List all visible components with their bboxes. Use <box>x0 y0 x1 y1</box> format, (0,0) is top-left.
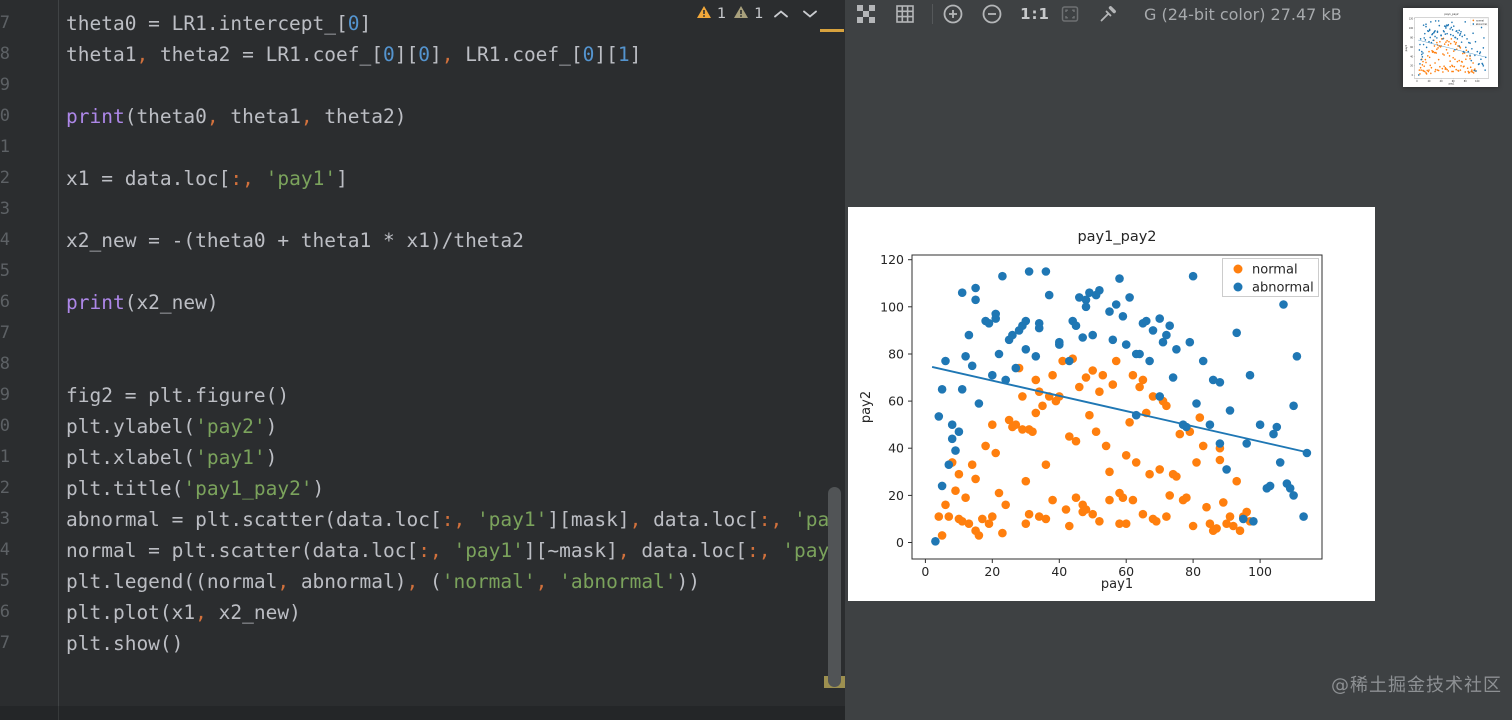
svg-text:120: 120 <box>1409 17 1414 20</box>
chessboard-icon <box>857 5 875 23</box>
svg-text:80: 80 <box>888 347 904 362</box>
code-line: x2_new = -(theta0 + theta1 * x1)/theta2 <box>66 229 524 252</box>
zoom-in-button[interactable] <box>942 3 964 25</box>
svg-text:80: 80 <box>1464 80 1467 83</box>
code-line: abnormal = plt.scatter(data.loc[:, 'pay1… <box>66 508 841 531</box>
fit-to-window-icon <box>1061 6 1079 22</box>
chevron-down-icon <box>803 10 818 18</box>
line-number-gutter: 789101112131415161718192021222324252627 <box>0 13 10 653</box>
svg-text:pay1: pay1 <box>1449 81 1455 85</box>
svg-text:pay1_pay2: pay1_pay2 <box>1077 229 1156 245</box>
code-line: plt.plot(x1, x2_new) <box>66 601 301 624</box>
grid-icon <box>896 5 914 23</box>
code-line: plt.title('pay1_pay2') <box>66 477 325 500</box>
svg-text:100: 100 <box>1409 27 1414 30</box>
svg-text:0: 0 <box>921 564 929 579</box>
chevron-up-icon <box>774 10 789 18</box>
code-line: x1 = data.loc[:, 'pay1'] <box>66 167 348 190</box>
svg-text:20: 20 <box>1428 80 1431 83</box>
svg-text:60: 60 <box>888 394 904 409</box>
zoom-out-button[interactable] <box>981 3 1003 25</box>
svg-text:normal: normal <box>1252 263 1298 278</box>
zoom-out-icon <box>982 4 1002 24</box>
scatter-plot-svg: 0 20 40 60 80 100020406080100120pay1_pay2pay1… <box>1404 12 1489 85</box>
code-line: plt.ylabel('pay2') <box>66 415 278 438</box>
editor-scrollbar[interactable] <box>828 487 841 687</box>
svg-text:40: 40 <box>888 441 904 456</box>
svg-text:40: 40 <box>1051 564 1067 579</box>
svg-text:20: 20 <box>984 564 1000 579</box>
svg-text:0: 0 <box>896 535 904 550</box>
svg-text:normal: normal <box>1476 18 1484 22</box>
code-editor[interactable]: 789101112131415161718192021222324252627 … <box>0 0 845 720</box>
svg-text:pay2: pay2 <box>1404 44 1408 51</box>
scatter-plot-svg: 0 20 40 60 80 100020406080100120pay1_pay2pay1… <box>859 229 1323 592</box>
svg-text:80: 80 <box>1185 564 1201 579</box>
code-line: normal = plt.scatter(data.loc[:, 'pay1']… <box>66 539 841 562</box>
next-issue-button[interactable] <box>799 3 821 25</box>
actual-size-button[interactable]: 1:1 <box>1017 0 1053 28</box>
warning-icon[interactable] <box>696 5 712 23</box>
weak-warning-count: 1 <box>754 6 764 22</box>
thumbnail-preview: 0 20 40 60 80 100 0 20 40 60 80 100 120 pay1_pay2 pay1… <box>1403 8 1498 87</box>
inspections-widget[interactable]: 1 1 <box>696 0 821 28</box>
editor-bottom-shade <box>0 706 845 720</box>
svg-text:0: 0 <box>1412 74 1414 77</box>
image-viewer-panel: 1:1 G (24-bit color) 27.47 kB 0 20 40 60 80 1… <box>845 0 1512 720</box>
code-line: plt.legend((normal, abnormal), ('normal'… <box>66 570 701 593</box>
code-line: print(theta0, theta1, theta2) <box>66 105 407 128</box>
code-line: plt.show() <box>66 632 184 655</box>
code-line: theta1, theta2 = LR1.coef_[0][0], LR1.co… <box>66 43 642 66</box>
svg-text:60: 60 <box>1410 46 1413 49</box>
svg-text:120: 120 <box>880 252 904 267</box>
svg-text:abnormal: abnormal <box>1252 281 1314 296</box>
code-content[interactable]: theta0 = LR1.intercept_[0] theta1, theta2… <box>66 8 845 708</box>
svg-text:80: 80 <box>1410 36 1413 39</box>
svg-text:pay1_pay2: pay1_pay2 <box>1444 12 1458 16</box>
svg-text:100: 100 <box>1475 80 1480 83</box>
plot-image: 0 20 40 60 80 100 0 20 40 60 80 100 120 pay1_pay2 pay1… <box>848 207 1375 601</box>
svg-text:pay1: pay1 <box>1101 577 1133 592</box>
selected-navigation-underline <box>820 29 844 32</box>
code-line: fig2 = plt.figure() <box>66 384 290 407</box>
fit-to-window-button[interactable] <box>1059 3 1081 25</box>
zoom-in-icon <box>943 4 963 24</box>
weak-warning-icon[interactable] <box>733 5 749 23</box>
svg-text:abnormal: abnormal <box>1476 22 1487 26</box>
svg-text:100: 100 <box>1248 564 1272 579</box>
chessboard-toggle-button[interactable] <box>855 3 877 25</box>
svg-text:20: 20 <box>1410 65 1413 68</box>
svg-text:40: 40 <box>1440 80 1443 83</box>
image-info-label: G (24-bit color) 27.47 kB <box>1144 5 1342 24</box>
thumbnail-plot: 0 20 40 60 80 100 0 20 40 60 80 100 120 pay1_pay2 pay1… <box>1403 8 1498 87</box>
gutter-divider <box>58 0 59 720</box>
eyedropper-icon <box>1100 6 1116 22</box>
grid-toggle-button[interactable] <box>894 3 916 25</box>
toolbar-separator <box>932 4 933 24</box>
svg-text:pay2: pay2 <box>859 391 874 423</box>
watermark: @稀土掘金技术社区 <box>1331 675 1502 696</box>
previous-issue-button[interactable] <box>770 3 792 25</box>
eyedropper-button[interactable] <box>1097 3 1119 25</box>
code-line: plt.xlabel('pay1') <box>66 446 278 469</box>
svg-text:40: 40 <box>1410 55 1413 58</box>
code-line: print(x2_new) <box>66 291 219 314</box>
svg-text:0: 0 <box>1416 80 1418 83</box>
svg-text:100: 100 <box>880 299 904 314</box>
warning-count: 1 <box>717 6 727 22</box>
svg-text:20: 20 <box>888 488 904 503</box>
